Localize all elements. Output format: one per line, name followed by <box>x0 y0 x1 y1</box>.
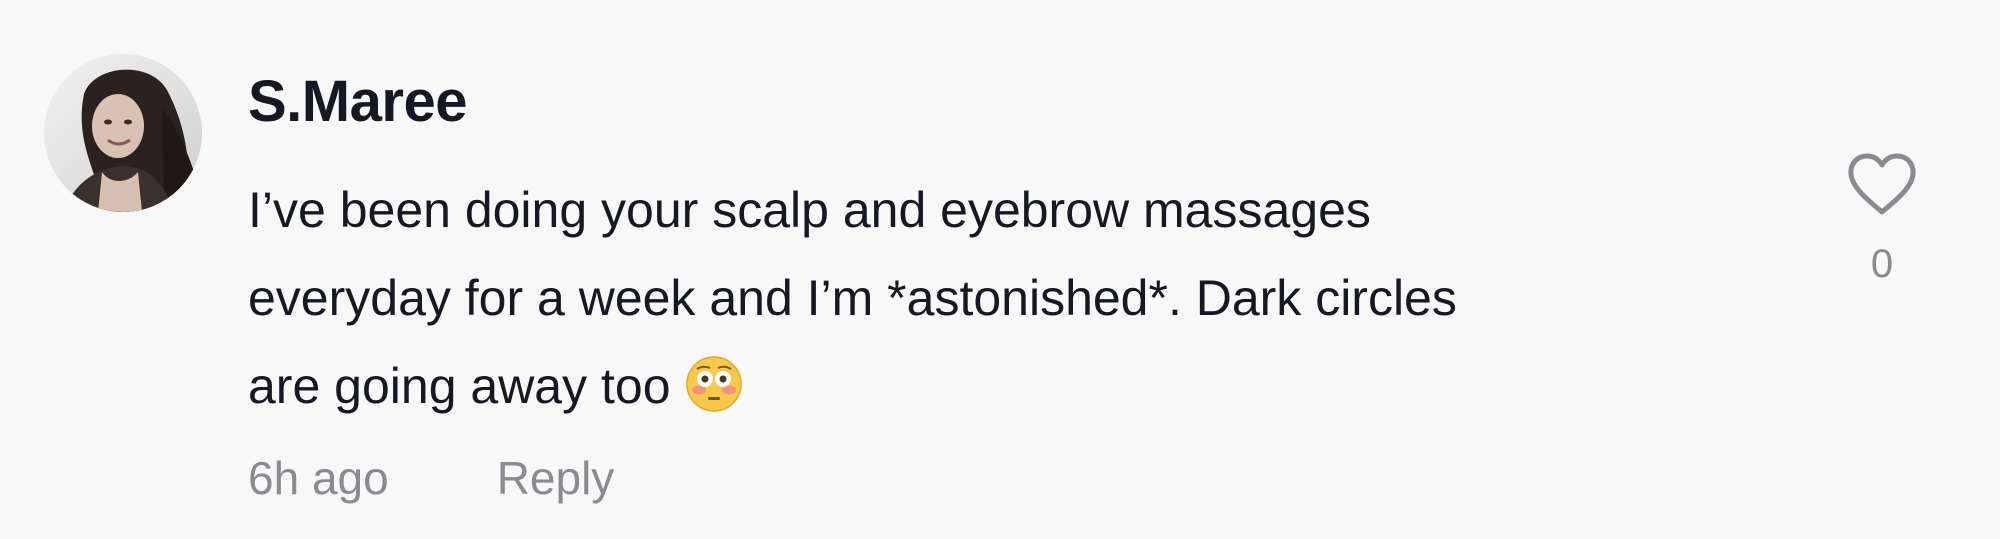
like-button[interactable]: 0 <box>1846 152 1918 288</box>
reply-button[interactable]: Reply <box>497 452 615 504</box>
comment-item: S.Maree I’ve been doing your scalp and e… <box>0 0 2000 539</box>
comment-text-line: are going away too 😳 <box>248 342 1768 430</box>
like-count: 0 <box>1870 242 1894 286</box>
comment-meta: 6h ago Reply <box>248 448 614 508</box>
timestamp: 6h ago <box>248 452 389 504</box>
avatar-photo <box>44 54 202 212</box>
comment-text: I’ve been doing your scalp and eyebrow m… <box>248 166 1768 430</box>
username[interactable]: S.Maree <box>248 66 467 138</box>
comment-text-segment: are going away too <box>248 358 671 414</box>
heart-outline-icon[interactable] <box>1846 152 1918 218</box>
comment-text-line: I’ve been doing your scalp and eyebrow m… <box>248 182 1371 238</box>
avatar[interactable] <box>44 54 202 212</box>
comment-text-line: everyday for a week and I’m *astonished*… <box>248 270 1457 326</box>
flushed-face-emoji-icon <box>685 355 743 413</box>
